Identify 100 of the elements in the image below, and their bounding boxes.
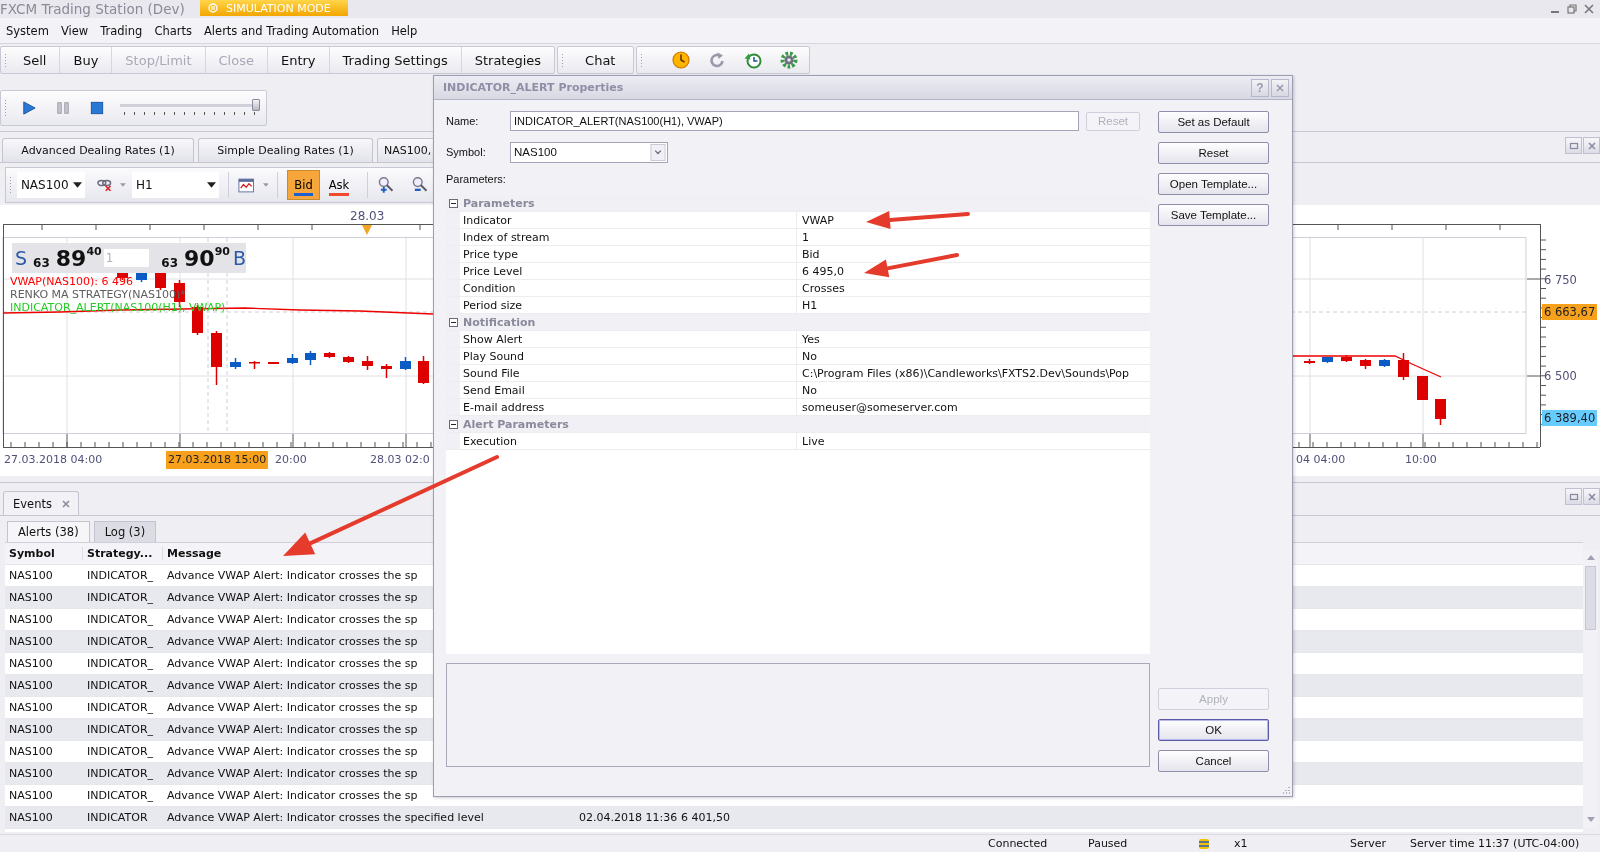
table-cell: NAS100: [9, 789, 53, 802]
status-text: x1: [1234, 837, 1249, 850]
scroll-up-icon[interactable]: [1586, 555, 1595, 560]
table-cell: NAS100: [9, 657, 53, 670]
close-icon[interactable]: [61, 499, 70, 508]
dialog-button[interactable]: Reset: [1158, 142, 1269, 164]
table-cell: INDICATOR_: [87, 723, 154, 736]
table-cell: INDICATOR_: [87, 657, 154, 670]
slider-thumb[interactable]: [252, 99, 260, 111]
table-cell: INDICATOR_: [87, 679, 154, 692]
zoom-in-icon[interactable]: [377, 176, 395, 194]
table-cell: NAS100: [9, 679, 53, 692]
table-cell: Advance VWAP Alert: Indicator crosses the sp: [167, 723, 418, 736]
dialog-button[interactable]: Cancel: [1158, 750, 1269, 772]
table-cell: Advance VWAP Alert: Indicator crosses the sp: [167, 613, 418, 626]
chain-icon[interactable]: [96, 178, 113, 192]
status-text: Server time 11:37 (UTC-04:00): [1410, 837, 1581, 850]
table-cell: NAS100: [9, 591, 53, 604]
table-cell: INDICATOR_: [87, 613, 154, 626]
menu-item[interactable]: Trading: [94, 21, 149, 40]
table-cell: INDICATOR_: [87, 635, 154, 648]
table-cell: Advance VWAP Alert: Indicator crosses the sp: [167, 591, 418, 604]
close-button[interactable]: [1271, 78, 1289, 97]
name-field[interactable]: INDICATOR_ALERT(NAS100(H1), VWAP): [510, 111, 1079, 131]
toolbar-button[interactable]: Entry: [267, 47, 330, 73]
toolbar-button[interactable]: Strategies: [461, 47, 555, 73]
price-type-button[interactable]: Ask: [321, 170, 357, 200]
grip-icon[interactable]: [640, 53, 644, 67]
column-header[interactable]: Message: [167, 547, 222, 560]
close-button[interactable]: [1583, 488, 1600, 505]
close-icon[interactable]: [1584, 4, 1594, 14]
table-cell: INDICATOR_: [87, 767, 154, 780]
period-dropdown[interactable]: H1: [132, 172, 220, 198]
chat-button[interactable]: Chat: [567, 47, 634, 73]
restore-button[interactable]: [1565, 137, 1582, 154]
chart-tab[interactable]: Advanced Dealing Rates (1): [2, 138, 194, 162]
zoom-out-icon[interactable]: [410, 176, 428, 194]
field-label: Name:: [446, 115, 480, 127]
events-subtab[interactable]: Alerts (38): [7, 521, 90, 542]
scroll-down-icon[interactable]: [1586, 817, 1595, 822]
pause-circle-icon: [208, 3, 218, 13]
caret-icon: [72, 182, 82, 188]
menu-item[interactable]: Help: [385, 21, 424, 40]
table-cell: Advance VWAP Alert: Indicator crosses the sp: [167, 745, 418, 758]
table-cell: NAS100: [9, 745, 53, 758]
caret-icon[interactable]: [262, 183, 269, 187]
resize-grip-icon[interactable]: [1281, 785, 1290, 794]
caret-icon[interactable]: [120, 183, 126, 187]
status-text: Server: [1350, 837, 1388, 850]
dialog-button[interactable]: OK: [1158, 719, 1269, 741]
grip-icon[interactable]: [4, 99, 7, 117]
column-header[interactable]: Symbol: [9, 547, 55, 560]
dialog-button[interactable]: Open Template...: [1158, 173, 1269, 195]
restore-icon[interactable]: [1567, 4, 1577, 14]
menu-item[interactable]: Charts: [148, 21, 198, 40]
table-cell: NAS100: [9, 701, 53, 714]
table-cell: NAS100: [9, 723, 53, 736]
section-label: Parameters:: [446, 173, 506, 186]
grip-icon[interactable]: [561, 53, 565, 67]
table-cell: Advance VWAP Alert: Indicator crosses the sp: [167, 679, 418, 692]
table-cell: NAS100: [9, 613, 53, 626]
restore-icon: [1568, 491, 1579, 502]
grip-icon[interactable]: [4, 53, 7, 67]
toolbar-button[interactable]: Sell: [10, 47, 61, 73]
grip-icon[interactable]: [9, 176, 12, 194]
play-icon[interactable]: [22, 101, 36, 115]
vertical-scrollbar[interactable]: [1583, 550, 1598, 828]
menu-item[interactable]: Alerts and Trading Automation: [198, 21, 386, 40]
flag-icon: [1198, 837, 1210, 850]
menu-item[interactable]: View: [54, 21, 95, 40]
clock-icon[interactable]: [671, 50, 692, 70]
stop-icon[interactable]: [90, 101, 104, 115]
table-cell: Advance VWAP Alert: Indicator crosses the sp: [167, 569, 418, 582]
events-tab[interactable]: Events: [3, 491, 79, 515]
toolbar-button[interactable]: Trading Settings: [329, 47, 462, 73]
restore-button[interactable]: [1565, 488, 1582, 505]
scrollbar-thumb[interactable]: [1585, 566, 1596, 630]
app-title: FXCM Trading Station (Dev): [0, 1, 186, 17]
chart-icon[interactable]: [238, 177, 255, 193]
status-text: Connected: [988, 837, 1049, 850]
dialog-button[interactable]: Set as Default: [1158, 111, 1269, 133]
dialog-title: INDICATOR_ALERT Properties: [443, 81, 624, 94]
caret-icon: [207, 182, 217, 188]
symbol-dropdown[interactable]: NAS100: [16, 172, 85, 198]
gear-icon[interactable]: [779, 50, 800, 70]
table-cell: INDICATOR_: [87, 745, 154, 758]
table-cell: INDICATOR_: [87, 591, 154, 604]
price-type-button[interactable]: Bid: [287, 170, 320, 200]
column-header[interactable]: Strategy...: [87, 547, 153, 560]
pause-icon[interactable]: [56, 101, 70, 115]
menu-item[interactable]: System: [0, 21, 55, 40]
table-cell: INDICATOR_: [87, 569, 154, 582]
close-icon: [1276, 83, 1284, 92]
events-subtab[interactable]: Log (3): [93, 521, 157, 542]
chart-tab[interactable]: Simple Dealing Rates (1): [198, 138, 373, 162]
symbol-dropdown[interactable]: NAS100: [510, 141, 668, 163]
close-button[interactable]: [1583, 137, 1600, 154]
table-cell: 6 401,50: [681, 811, 730, 824]
table-cell: INDICATOR: [87, 811, 148, 824]
toolbar-button[interactable]: Buy: [60, 47, 113, 73]
